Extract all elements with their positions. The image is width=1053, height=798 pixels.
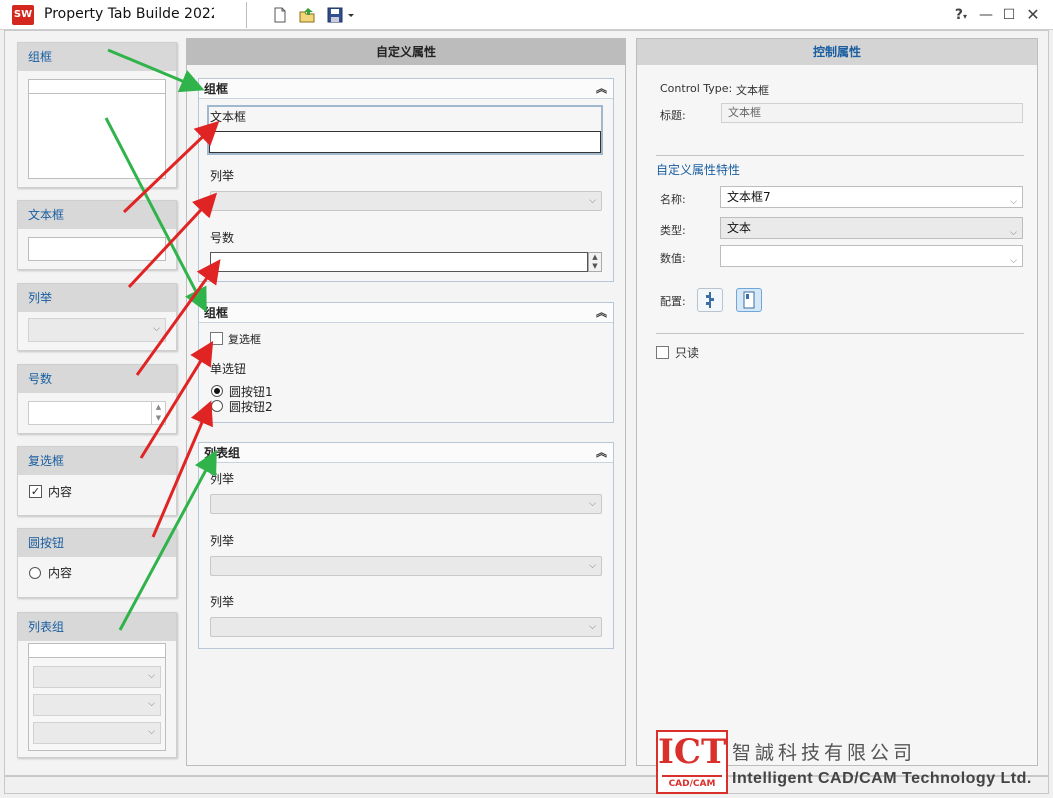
type-label: 类型: <box>660 224 686 237</box>
maximize-icon[interactable]: ☐ <box>998 4 1020 26</box>
textbox-control-selected[interactable]: 文本框 <box>207 105 603 155</box>
name-dropdown[interactable]: 文本框7 ⌵ <box>720 186 1023 208</box>
chevron-down-icon: ⌵ <box>589 622 596 632</box>
number-control-label: 号数 <box>210 231 235 245</box>
custom-property-section-title: 自定义属性特性 <box>656 163 741 177</box>
save-icon[interactable] <box>326 6 344 24</box>
group-box-2-title[interactable]: 组框 ︽ <box>199 303 613 323</box>
list-group-title[interactable]: 列表组 ︽ <box>199 443 613 463</box>
value-dropdown[interactable]: ⌵ <box>720 245 1023 267</box>
radio-button-2-label: 圆按钮2 <box>229 400 273 414</box>
palette-list-label: 列举 <box>18 284 176 312</box>
title-separator <box>246 2 247 28</box>
palette-groupbox[interactable]: 组框 <box>17 42 177 188</box>
collapse-icon[interactable]: ︽ <box>596 443 607 463</box>
radio-group-label: 单选钮 <box>210 362 247 376</box>
list-control-dropdown[interactable]: ⌵ <box>210 191 602 211</box>
window-title: Property Tab Builde 2022 <box>44 6 214 22</box>
number-spinner[interactable]: ▲ ▼ <box>588 252 602 272</box>
palette-textbox[interactable]: 文本框 <box>17 200 177 270</box>
palette-number[interactable]: 号数 ▲ ▼ <box>17 364 177 434</box>
list-group-list3-label: 列举 <box>210 595 235 609</box>
custom-properties-header: 自定义属性 <box>187 39 625 65</box>
list-group-list2-dropdown[interactable]: ⌵ <box>210 556 602 576</box>
palette-checkbox[interactable]: 复选框 ✓ 内容 <box>17 446 177 516</box>
control-type-value: 文本框 <box>736 84 769 97</box>
new-file-icon[interactable] <box>271 6 289 24</box>
textbox-control-label: 文本框 <box>210 110 247 124</box>
chevron-down-icon: ⌵ <box>589 499 596 509</box>
config-this-icon[interactable] <box>736 288 762 312</box>
palette-checkbox-preview: ✓ <box>29 485 42 498</box>
palette-textbox-preview <box>28 237 166 261</box>
divider <box>656 333 1024 334</box>
palette-listgroup[interactable]: 列表组 ⌵ ⌵ ⌵ <box>17 612 177 758</box>
control-type-label: Control Type: <box>660 82 733 95</box>
type-dropdown[interactable]: 文本 ⌵ <box>720 217 1023 239</box>
palette-list[interactable]: 列举 ⌵ <box>17 283 177 351</box>
palette-radio-content: 内容 <box>48 566 73 580</box>
control-properties-header: 控制属性 <box>637 39 1037 65</box>
caption-label: 标题: <box>660 109 686 122</box>
palette-number-label: 号数 <box>18 365 176 393</box>
name-label: 名称: <box>660 193 686 206</box>
ict-logo: ICT CAD/CAM <box>656 730 728 794</box>
list-group-list2-label: 列举 <box>210 534 235 548</box>
radio-button-1[interactable] <box>211 385 223 397</box>
chevron-down-icon: ⌵ <box>1010 256 1017 266</box>
open-folder-icon[interactable] <box>298 6 316 24</box>
list-group-list1-dropdown[interactable]: ⌵ <box>210 494 602 514</box>
chevron-down-icon: ⌵ <box>589 196 596 206</box>
group-box-1[interactable]: 组框 ︽ 文本框 列举 ⌵ 号数 ▲ ▼ <box>198 78 614 282</box>
help-icon: ? <box>954 7 964 23</box>
palette-radio-label: 圆按钮 <box>18 529 176 557</box>
group-box-1-title[interactable]: 组框 ︽ <box>199 79 613 99</box>
list-control-label: 列举 <box>210 169 235 183</box>
chevron-down-icon: ⌵ <box>153 324 160 334</box>
list-group[interactable]: 列表组 ︽ 列举 ⌵ 列举 ⌵ 列举 ⌵ <box>198 442 614 649</box>
readonly-checkbox[interactable] <box>656 346 669 359</box>
palette-listgroup-label: 列表组 <box>18 613 176 641</box>
config-label: 配置: <box>660 295 686 308</box>
palette-groupbox-label: 组框 <box>18 43 176 71</box>
collapse-icon[interactable]: ︽ <box>596 303 607 323</box>
palette-radio-preview <box>29 567 41 579</box>
company-name-cn: 智誠科技有限公司 <box>732 742 917 764</box>
company-name-en: Intelligent CAD/CAM Technology Ltd. <box>732 770 1032 787</box>
textbox-control-input[interactable] <box>209 131 601 153</box>
palette-checkbox-label: 复选框 <box>18 447 176 475</box>
collapse-icon[interactable]: ︽ <box>596 79 607 99</box>
list-group-list3-dropdown[interactable]: ⌵ <box>210 617 602 637</box>
palette-number-preview: ▲ ▼ <box>28 401 166 425</box>
checkbox-control-label: 复选框 <box>228 333 261 346</box>
dropdown-arrow-icon[interactable] <box>346 6 356 24</box>
number-control-input[interactable] <box>210 252 588 272</box>
palette-groupbox-preview <box>28 79 166 179</box>
custom-properties-panel: 自定义属性 组框 ︽ 文本框 列举 ⌵ 号数 ▲ ▼ 组框 ︽ 复选框 单选钮 圆… <box>186 38 626 766</box>
value-label: 数值: <box>660 252 686 265</box>
chevron-down-icon: ⌵ <box>1010 228 1017 238</box>
radio-button-2[interactable] <box>211 400 223 412</box>
checkbox-control[interactable] <box>210 332 223 345</box>
palette-listgroup-preview: ⌵ ⌵ ⌵ <box>28 643 166 751</box>
palette-radio[interactable]: 圆按钮 内容 <box>17 528 177 598</box>
palette-textbox-label: 文本框 <box>18 201 176 229</box>
palette-list-preview: ⌵ <box>28 318 166 342</box>
list-group-list1-label: 列举 <box>210 472 235 486</box>
help-button[interactable]: ?▾ <box>948 4 974 26</box>
minimize-icon[interactable]: — <box>975 4 997 26</box>
title-bar: SW Property Tab Builde 2022 ?▾ — ☐ ✕ <box>0 0 1053 30</box>
palette-checkbox-content: 内容 <box>48 485 73 499</box>
caption-input[interactable]: 文本框 <box>721 103 1023 123</box>
solidworks-logo-icon: SW <box>12 5 34 25</box>
chevron-down-icon: ⌵ <box>589 561 596 571</box>
config-all-icon[interactable] <box>697 288 723 312</box>
readonly-label: 只读 <box>675 346 700 360</box>
group-box-2[interactable]: 组框 ︽ 复选框 单选钮 圆按钮1 圆按钮2 <box>198 302 614 423</box>
divider <box>656 155 1024 156</box>
chevron-down-icon: ⌵ <box>1010 197 1017 207</box>
control-properties-panel: 控制属性 Control Type: 文本框 标题: 文本框 自定义属性特性 名… <box>636 38 1038 766</box>
close-icon[interactable]: ✕ <box>1022 4 1044 26</box>
